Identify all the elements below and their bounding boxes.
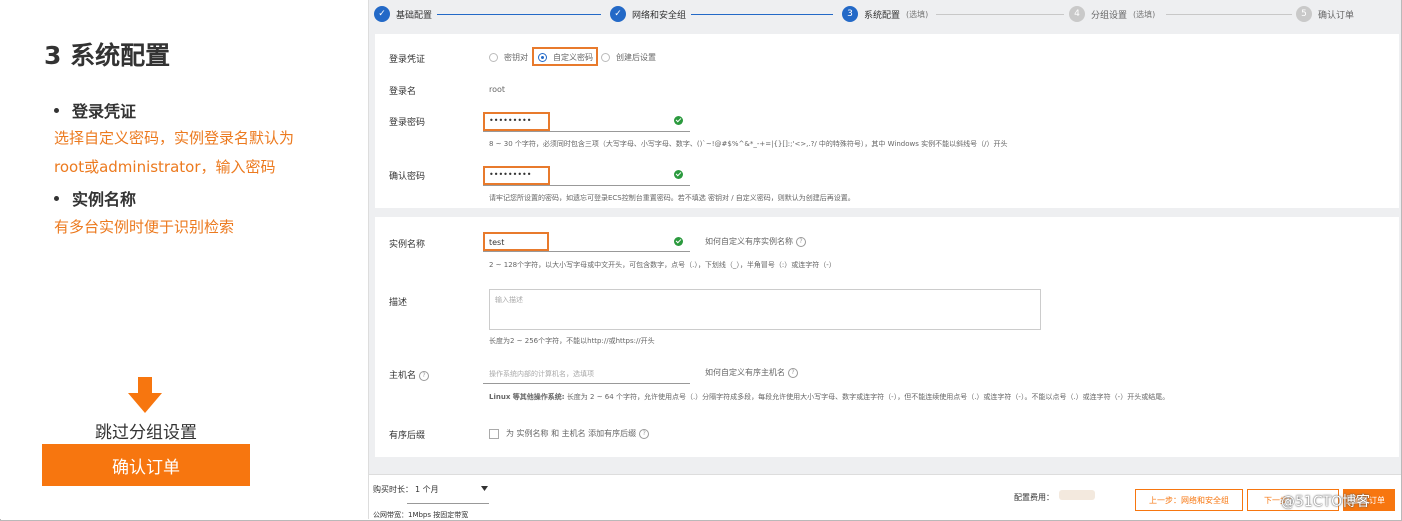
step-number: 5 — [1296, 6, 1312, 22]
step-bar: ✓ 基础配置 ✓ 网络和安全组 3 系统配置 (选填) 4 分组设置 (选填) 5 确认订单 — [369, 0, 1401, 32]
prev-step-button[interactable]: 上一步：网络和安全组 — [1135, 489, 1243, 511]
input-underline — [483, 251, 690, 252]
desc-line: 有多台实例时便于识别检索 — [54, 218, 235, 236]
ecs-purchase-screen: ✓ 基础配置 ✓ 网络和安全组 3 系统配置 (选填) 4 分组设置 (选填) 5 确认订单 … — [368, 0, 1401, 520]
watermark: @51CTO博客 — [1281, 494, 1371, 510]
highlight-box — [532, 47, 598, 66]
desc-line: 选择自定义密码，实例登录名默认为 — [54, 129, 295, 147]
description-label: 描述 — [389, 298, 408, 308]
suffix-checkbox[interactable]: 为 实例名称 和 主机名 添加有序后缀? — [489, 428, 650, 439]
radio-label: 创建后设置 — [616, 53, 656, 62]
help-text: 如何自定义有序实例名称 — [705, 237, 793, 246]
step-label: 网络和安全组 — [632, 10, 687, 21]
step-number: 4 — [1069, 6, 1085, 22]
hostname-hint: Linux 等其他操作系统: 长度为 2 ~ 64 个字符，允许使用点号（.）分… — [489, 392, 1169, 402]
suffix-label: 有序后缀 — [389, 431, 426, 441]
step-network[interactable]: ✓ 网络和安全组 — [610, 6, 686, 22]
confirm-password-hint: 请牢记您所设置的密码，如遗忘可登录ECS控制台重置密码。若不填选 密钥对 / 自… — [489, 194, 855, 202]
radio-icon — [489, 53, 498, 62]
tutorial-panel: 3 系统配置 登录凭证 选择自定义密码，实例登录名默认为 root或admini… — [0, 0, 368, 519]
step-connector — [1166, 14, 1292, 15]
input-underline — [483, 131, 690, 132]
hostname-help-link[interactable]: 如何自定义有序主机名? — [705, 367, 798, 378]
slide-title: 3 系统配置 — [44, 41, 171, 70]
input-underline — [483, 383, 690, 384]
bandwidth-info: 公网带宽：1Mbps 按固定带宽 — [373, 511, 469, 519]
radio-set-later[interactable]: 创建后设置 — [601, 52, 656, 63]
step-system[interactable]: 3 系统配置 (选填) — [842, 6, 928, 22]
description-hint: 长度为2 ~ 256个字符，不能以http://或https://开头 — [489, 337, 655, 345]
username-label: 登录名 — [389, 87, 417, 97]
bullet-dot — [54, 108, 59, 113]
check-icon: ✓ — [374, 6, 390, 22]
confirm-password-label: 确认密码 — [389, 172, 426, 182]
down-arrow-icon — [128, 377, 162, 413]
select-underline — [407, 503, 489, 504]
skip-label: 跳过分组设置 — [95, 423, 197, 443]
hostname-input[interactable]: 操作系统内部的计算机名，选填项 — [489, 369, 594, 379]
hostname-label-text: 主机名 — [389, 371, 417, 381]
valid-check-icon — [674, 237, 683, 246]
duration-label: 购买时长： — [373, 485, 413, 494]
description-textarea[interactable]: 输入描述 — [489, 289, 1041, 330]
step-connector — [936, 14, 1064, 15]
step-optional: (选填) — [1133, 9, 1156, 19]
bullet-instance-name: 实例名称 — [54, 186, 136, 210]
step-number: 3 — [842, 6, 858, 22]
checkbox-label: 为 实例名称 和 主机名 添加有序后缀 — [506, 429, 637, 438]
question-icon: ? — [788, 367, 798, 378]
cost-value — [1059, 490, 1095, 500]
instance-name-hint: 2 ~ 128个字符，以大小写字母或中文开头，可包含数字，点号（.），下划线（_… — [489, 261, 836, 269]
radio-label: 密钥对 — [504, 53, 528, 62]
step-label: 系统配置 — [864, 10, 901, 21]
hint-bold: Linux 等其他操作系统: — [489, 393, 565, 401]
cost-label: 配置费用： — [1014, 493, 1054, 502]
login-card: 登录凭证 密钥对 自定义密码 创建后设置 登录名 root 登录密码 •••••… — [375, 34, 1399, 208]
step-label: 分组设置 — [1091, 10, 1128, 21]
desc-line: root或administrator，输入密码 — [54, 158, 276, 176]
step-label: 基础配置 — [396, 10, 433, 21]
hostname-label: 主机名? — [389, 368, 430, 381]
radio-keypair[interactable]: 密钥对 — [489, 52, 528, 63]
instance-card: 实例名称 test 如何自定义有序实例名称? 2 ~ 128个字符，以大小写字母… — [375, 217, 1399, 457]
input-underline — [483, 185, 690, 186]
highlight-box — [483, 166, 550, 185]
password-hint: 8 ~ 30 个字符，必须同时包含三项（大写字母、小写字母、数字、()`~!@#… — [489, 140, 1008, 148]
step-connector — [437, 14, 601, 15]
step-basic[interactable]: ✓ 基础配置 — [374, 6, 432, 22]
instance-name-label: 实例名称 — [389, 240, 426, 250]
help-text: 如何自定义有序主机名 — [705, 368, 785, 377]
bullet-text: 登录凭证 — [72, 102, 137, 121]
step-confirm[interactable]: 5 确认订单 — [1296, 6, 1354, 22]
bullet-login-credential: 登录凭证 — [54, 98, 136, 122]
bullet-dot — [54, 196, 59, 201]
description-placeholder: 输入描述 — [495, 296, 523, 304]
question-icon: ? — [796, 236, 806, 247]
step-group[interactable]: 4 分组设置 (选填) — [1069, 6, 1155, 22]
confirm-order-button[interactable]: 确认订单 — [42, 444, 250, 486]
username-value: root — [489, 85, 506, 94]
check-icon: ✓ — [610, 6, 626, 22]
step-connector — [691, 14, 833, 15]
step-optional: (选填) — [906, 9, 929, 19]
question-icon[interactable]: ? — [419, 370, 430, 381]
password-label: 登录密码 — [389, 118, 426, 128]
highlight-box — [483, 232, 549, 251]
question-icon: ? — [639, 428, 650, 439]
order-footer: 购买时长： 1 个月 公网带宽：1Mbps 按固定带宽 配置费用： 上一步：网络… — [369, 474, 1401, 520]
step-label: 确认订单 — [1318, 10, 1355, 21]
login-credential-label: 登录凭证 — [389, 55, 426, 65]
bullet-text: 实例名称 — [72, 190, 137, 209]
valid-check-icon — [674, 170, 683, 179]
instance-name-help-link[interactable]: 如何自定义有序实例名称? — [705, 236, 806, 247]
duration-select[interactable]: 1 个月 — [415, 484, 439, 495]
highlight-box — [483, 112, 550, 131]
radio-icon — [601, 53, 610, 62]
caret-down-icon[interactable] — [481, 486, 488, 491]
checkbox-icon — [489, 428, 499, 439]
valid-check-icon — [674, 116, 683, 125]
hint-text: 长度为 2 ~ 64 个字符，允许使用点号（.）分隔字符成多段，每段允许使用大小… — [566, 393, 1170, 401]
